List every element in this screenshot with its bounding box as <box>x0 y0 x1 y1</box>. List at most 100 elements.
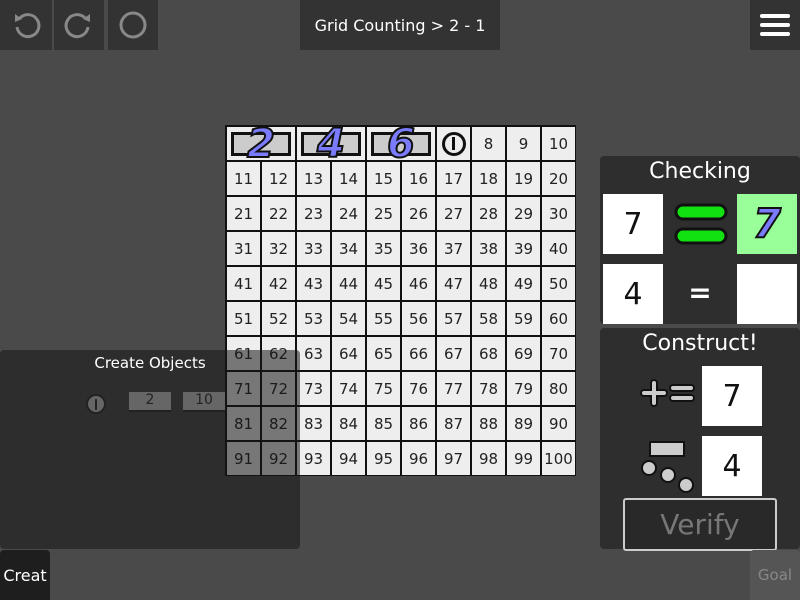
grid-cell[interactable]: 30 <box>542 197 575 230</box>
grid-cell[interactable]: 41 <box>227 267 260 300</box>
grid-cell[interactable]: 21 <box>227 197 260 230</box>
grid-cell[interactable]: 60 <box>542 302 575 335</box>
grid-cell[interactable]: 34 <box>332 232 365 265</box>
single-object[interactable] <box>437 127 470 160</box>
grid-cell[interactable]: 18 <box>472 162 505 195</box>
grid-cell[interactable]: 28 <box>472 197 505 230</box>
group-value-box[interactable]: 4 <box>702 436 762 496</box>
grid-cell[interactable]: 83 <box>297 407 330 440</box>
count-field-2[interactable]: 10 <box>183 392 225 412</box>
grid-cell[interactable]: 98 <box>472 442 505 475</box>
grid-cell[interactable]: 24 <box>332 197 365 230</box>
goal-tab[interactable]: Goal <box>750 550 800 600</box>
grid-cell[interactable]: 70 <box>542 337 575 370</box>
grid-cell[interactable]: 20 <box>542 162 575 195</box>
grid-cell[interactable]: 25 <box>367 197 400 230</box>
count-field-1[interactable]: 2 <box>129 392 171 412</box>
grid-cell[interactable]: 58 <box>472 302 505 335</box>
undo-button[interactable] <box>0 0 52 50</box>
grid-cell[interactable]: 53 <box>297 302 330 335</box>
grouped-bar[interactable]: 2 <box>227 120 295 168</box>
grid-cell[interactable]: 87 <box>437 407 470 440</box>
grid-cell[interactable]: 54 <box>332 302 365 335</box>
grid-cell[interactable]: 17 <box>437 162 470 195</box>
grid-cell[interactable]: 42 <box>262 267 295 300</box>
grid-cell[interactable]: 46 <box>402 267 435 300</box>
grid-cell[interactable]: 45 <box>367 267 400 300</box>
grid-cell[interactable]: 36 <box>402 232 435 265</box>
create-tab[interactable]: Creat <box>0 550 50 600</box>
grid-cell[interactable]: 80 <box>542 372 575 405</box>
grid-cell[interactable]: 48 <box>472 267 505 300</box>
grid-cell[interactable]: 49 <box>507 267 540 300</box>
grouped-bar[interactable]: 6 <box>367 120 435 168</box>
grid-cell[interactable]: 23 <box>297 197 330 230</box>
grid-cell[interactable]: 67 <box>437 337 470 370</box>
grid-cell[interactable]: 85 <box>367 407 400 440</box>
grid-cell[interactable]: 99 <box>507 442 540 475</box>
grid-cell[interactable]: 52 <box>262 302 295 335</box>
menu-button[interactable] <box>750 0 800 50</box>
grid-cell[interactable]: 74 <box>332 372 365 405</box>
one-object-icon[interactable] <box>86 394 106 414</box>
grid-cell[interactable]: 88 <box>472 407 505 440</box>
grid-cell[interactable]: 19 <box>507 162 540 195</box>
grid-cell[interactable]: 65 <box>367 337 400 370</box>
grid-cell[interactable]: 64 <box>332 337 365 370</box>
grid-cell[interactable]: 78 <box>472 372 505 405</box>
grid-cell[interactable]: 55 <box>367 302 400 335</box>
grid-cell[interactable]: 11 <box>227 162 260 195</box>
grid-cell[interactable]: 57 <box>437 302 470 335</box>
grid-cell[interactable]: 47 <box>437 267 470 300</box>
grid-cell[interactable]: 63 <box>297 337 330 370</box>
grid-cell[interactable]: 73 <box>297 372 330 405</box>
grid-cell[interactable]: 14 <box>332 162 365 195</box>
grid-cell[interactable]: 79 <box>507 372 540 405</box>
grid-cell[interactable]: 39 <box>507 232 540 265</box>
check-right-2[interactable] <box>737 264 797 324</box>
grid-cell[interactable]: 26 <box>402 197 435 230</box>
grid-cell[interactable]: 50 <box>542 267 575 300</box>
grid-cell[interactable]: 22 <box>262 197 295 230</box>
grid-cell[interactable]: 8 <box>472 127 505 160</box>
grid-cell[interactable]: 84 <box>332 407 365 440</box>
grouped-bar[interactable]: 4 <box>297 120 365 168</box>
grid-cell[interactable]: 86 <box>402 407 435 440</box>
grid-cell[interactable]: 51 <box>227 302 260 335</box>
grid-cell[interactable]: 89 <box>507 407 540 440</box>
grid-cell[interactable]: 13 <box>297 162 330 195</box>
sum-value-box[interactable]: 7 <box>702 366 762 426</box>
grid-cell[interactable]: 77 <box>437 372 470 405</box>
grid-cell[interactable]: 31 <box>227 232 260 265</box>
grid-cell[interactable]: 94 <box>332 442 365 475</box>
grid-cell[interactable]: 38 <box>472 232 505 265</box>
grid-cell[interactable]: 69 <box>507 337 540 370</box>
grid-cell[interactable]: 59 <box>507 302 540 335</box>
grid-cell[interactable]: 29 <box>507 197 540 230</box>
grid-cell[interactable]: 100 <box>542 442 575 475</box>
grid-cell[interactable]: 68 <box>472 337 505 370</box>
grid-cell[interactable]: 56 <box>402 302 435 335</box>
grid-cell[interactable]: 27 <box>437 197 470 230</box>
reset-button[interactable] <box>108 0 158 50</box>
verify-button[interactable]: Verify <box>623 498 777 551</box>
grid-cell[interactable]: 9 <box>507 127 540 160</box>
grid-cell[interactable]: 40 <box>542 232 575 265</box>
grid-cell[interactable]: 96 <box>402 442 435 475</box>
grid-cell[interactable]: 75 <box>367 372 400 405</box>
grid-cell[interactable]: 37 <box>437 232 470 265</box>
grid-cell[interactable]: 97 <box>437 442 470 475</box>
grid-cell[interactable]: 12 <box>262 162 295 195</box>
grid-cell[interactable]: 32 <box>262 232 295 265</box>
grid-cell[interactable]: 15 <box>367 162 400 195</box>
grid-cell[interactable]: 76 <box>402 372 435 405</box>
grid-cell[interactable]: 35 <box>367 232 400 265</box>
grid-cell[interactable]: 16 <box>402 162 435 195</box>
grid-cell[interactable]: 93 <box>297 442 330 475</box>
grid-cell[interactable]: 44 <box>332 267 365 300</box>
grid-cell[interactable]: 95 <box>367 442 400 475</box>
grid-cell[interactable]: 10 <box>542 127 575 160</box>
grid-cell[interactable]: 33 <box>297 232 330 265</box>
redo-button[interactable] <box>54 0 104 50</box>
grid-cell[interactable]: 90 <box>542 407 575 440</box>
